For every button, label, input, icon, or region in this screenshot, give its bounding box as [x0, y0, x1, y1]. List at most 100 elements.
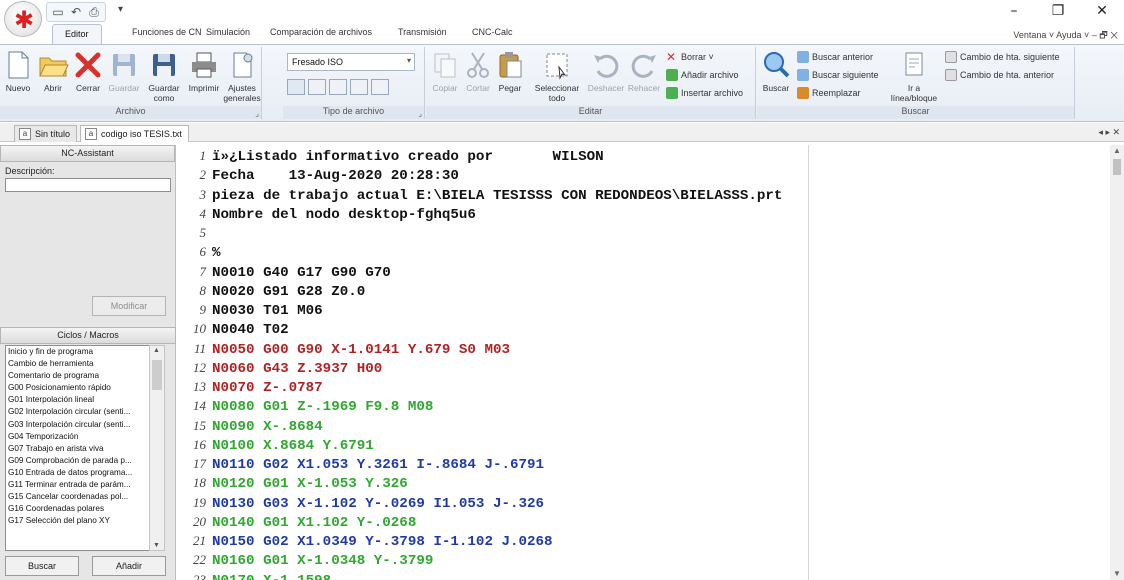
- qat-dropdown-icon[interactable]: ▾: [118, 4, 123, 15]
- tab-transmision[interactable]: Transmisión: [398, 27, 447, 37]
- chevron-up-icon[interactable]: ▲: [153, 347, 160, 354]
- editor-line[interactable]: 4 Nombre del nodo desktop-fghq5u6: [180, 204, 1110, 223]
- editor-line[interactable]: 20 N0140 G01 X1.102 Y-.0268: [180, 512, 1110, 531]
- macros-list[interactable]: Inicio y fin de programa Cambio de herra…: [5, 345, 165, 551]
- editor-line[interactable]: 3 pieza de trabajo actual E:\BIELA TESISS…: [180, 185, 1110, 204]
- tool-settings-icon[interactable]: [329, 79, 347, 95]
- chevron-down-icon[interactable]: ▼: [1113, 569, 1121, 578]
- editor-line[interactable]: 2 Fecha 13-Aug-2020 20:28:30: [180, 165, 1110, 184]
- editor-line[interactable]: 17 N0110 G02 X1.053 Y.3261 I-.8684 J-.679…: [180, 454, 1110, 473]
- macro-add-button[interactable]: Añadir: [92, 556, 166, 576]
- insert-file-button[interactable]: Insertar archivo: [666, 87, 743, 99]
- find-next-button[interactable]: Buscar siguiente: [797, 69, 879, 81]
- paste-button[interactable]: Pegar: [494, 49, 526, 93]
- scrollbar-thumb[interactable]: [1113, 159, 1121, 175]
- list-item[interactable]: G16 Coordenadas polares: [6, 503, 164, 515]
- new-button[interactable]: Nuevo: [2, 49, 34, 93]
- list-item[interactable]: G11 Terminar entrada de parám...: [6, 479, 164, 491]
- list-item[interactable]: Comentario de programa: [6, 370, 164, 382]
- dialog-launcher-icon[interactable]: ⌟: [255, 109, 259, 118]
- append-file-button[interactable]: Añadir archivo: [666, 69, 739, 81]
- list-item[interactable]: G17 Selección del plano XY: [6, 515, 164, 527]
- chevron-down-icon[interactable]: ▼: [153, 542, 160, 549]
- editor-line[interactable]: 21 N0150 G02 X1.0349 Y-.3798 I-1.102 J.02…: [180, 531, 1110, 550]
- tab-simulacion[interactable]: Simulación: [206, 27, 250, 37]
- next-tool-change-button[interactable]: Cambio de hta. siguiente: [945, 51, 1060, 63]
- undo-icon[interactable]: ↶: [68, 4, 84, 20]
- editor-scrollbar[interactable]: ▲ ▼: [1110, 145, 1124, 580]
- editor-line[interactable]: 19 N0130 G03 X-1.102 Y-.0269 I1.053 J-.32…: [180, 493, 1110, 512]
- file-type-select[interactable]: Fresado ISO ▾: [287, 53, 415, 71]
- list-item[interactable]: G03 Interpolación circular (senti...: [6, 419, 164, 431]
- open-button[interactable]: Abrir: [36, 49, 70, 93]
- editor-line[interactable]: 14 N0080 G01 Z-.1969 F9.8 M08: [180, 396, 1110, 415]
- list-item[interactable]: G09 Comprobación de parada p...: [6, 455, 164, 467]
- editor-line[interactable]: 8 N0020 G91 G28 Z0.0: [180, 281, 1110, 300]
- macros-scrollbar[interactable]: ▲ ▼: [149, 345, 165, 551]
- tab-cnc-calc[interactable]: CNC-Calc: [472, 27, 513, 37]
- config-tool-icon[interactable]: [371, 79, 389, 95]
- editor-line[interactable]: 12 N0060 G43 Z.3937 H00: [180, 358, 1110, 377]
- list-item[interactable]: G07 Trabajo en arista viva: [6, 443, 164, 455]
- editor-line[interactable]: 5: [180, 223, 1110, 242]
- editor-line[interactable]: 18 N0120 G01 X-1.053 Y.326: [180, 473, 1110, 492]
- compare-tool-icon[interactable]: [350, 79, 368, 95]
- close-file-button[interactable]: Cerrar: [72, 49, 104, 93]
- chevron-up-icon[interactable]: ▲: [1113, 146, 1121, 155]
- print-button[interactable]: Imprimir: [184, 49, 224, 93]
- editor-line[interactable]: 13 N0070 Z-.0787: [180, 377, 1110, 396]
- select-all-button[interactable]: Seleccionar todo: [528, 49, 586, 103]
- scrollbar-thumb[interactable]: [152, 360, 162, 390]
- editor-line[interactable]: 22 N0160 G01 X-1.0348 Y-.3799: [180, 550, 1110, 569]
- dialog-launcher-icon[interactable]: ⌟: [418, 109, 422, 118]
- tab-editor[interactable]: Editor: [52, 24, 102, 45]
- replace-button[interactable]: Reemplazar: [797, 87, 861, 99]
- search-button[interactable]: Buscar: [759, 49, 793, 93]
- description-field[interactable]: [5, 178, 171, 192]
- doc-tab-untitled[interactable]: a Sin título: [14, 125, 78, 142]
- list-item[interactable]: G00 Posicionamiento rápido: [6, 382, 164, 394]
- goto-line-button[interactable]: Ir a línea/bloque: [885, 49, 943, 103]
- save-icon[interactable]: ▭: [50, 4, 66, 20]
- list-item[interactable]: G15 Cancelar coordenadas pol...: [6, 491, 164, 503]
- code-editor[interactable]: 1 ï»¿Listado informativo creado por WILSO…: [180, 145, 1110, 580]
- list-item[interactable]: G02 Interpolación circular (senti...: [6, 406, 164, 418]
- list-tool-icon[interactable]: [308, 79, 326, 95]
- doc-tabs-controls[interactable]: ◂ ▸ ✕: [1098, 127, 1120, 138]
- list-item[interactable]: G10 Entrada de datos programa...: [6, 467, 164, 479]
- general-settings-button[interactable]: Ajustes generales: [222, 49, 262, 103]
- editor-line[interactable]: 23 N0170 X-1.1598: [180, 570, 1110, 580]
- delete-button[interactable]: ✕ Borrar ˅: [666, 51, 714, 63]
- application-menu-button[interactable]: ✱: [4, 1, 42, 37]
- editor-line[interactable]: 10 N0040 T02: [180, 319, 1110, 338]
- minimize-button[interactable]: –: [992, 0, 1036, 24]
- prev-tool-change-button[interactable]: Cambio de hta. anterior: [945, 69, 1054, 81]
- editor-line[interactable]: 15 N0090 X-.8684: [180, 416, 1110, 435]
- list-item[interactable]: Inicio y fin de programa: [6, 346, 164, 358]
- color-tool-icon[interactable]: [287, 79, 305, 95]
- list-item[interactable]: Cambio de herramienta: [6, 358, 164, 370]
- undo-button[interactable]: Deshacer: [586, 49, 626, 93]
- modify-button[interactable]: Modificar: [92, 296, 166, 316]
- tab-funciones-cn[interactable]: Funciones de CN: [132, 27, 202, 37]
- editor-line[interactable]: 11 N0050 G00 G90 X-1.0141 Y.679 S0 M03: [180, 339, 1110, 358]
- editor-line[interactable]: 7 N0010 G40 G17 G90 G70: [180, 262, 1110, 281]
- maximize-button[interactable]: ❐: [1036, 0, 1080, 24]
- editor-line[interactable]: 6%: [180, 242, 1110, 261]
- save-as-button[interactable]: Guardar como: [144, 49, 184, 103]
- list-item[interactable]: G04 Temporización: [6, 431, 164, 443]
- redo-button[interactable]: Rehacer: [626, 49, 662, 93]
- save-button[interactable]: Guardar: [104, 49, 144, 93]
- ventana-ayuda-menu[interactable]: Ventana ˅ Ayuda ˅ ‒ 🗗 ✕: [1013, 28, 1118, 44]
- close-button[interactable]: ✕: [1080, 0, 1124, 24]
- tab-comparacion[interactable]: Comparación de archivos: [270, 27, 372, 37]
- editor-line[interactable]: 16 N0100 X.8684 Y.6791: [180, 435, 1110, 454]
- copy-button[interactable]: Copiar: [428, 49, 462, 93]
- cut-button[interactable]: Cortar: [462, 49, 494, 93]
- editor-line[interactable]: 1 ï»¿Listado informativo creado por WILSO…: [180, 146, 1110, 165]
- print-icon[interactable]: ⎙: [86, 4, 102, 20]
- editor-line[interactable]: 9 N0030 T01 M06: [180, 300, 1110, 319]
- macro-search-button[interactable]: Buscar: [5, 556, 79, 576]
- list-item[interactable]: G01 Interpolación lineal: [6, 394, 164, 406]
- find-previous-button[interactable]: Buscar anterior: [797, 51, 873, 63]
